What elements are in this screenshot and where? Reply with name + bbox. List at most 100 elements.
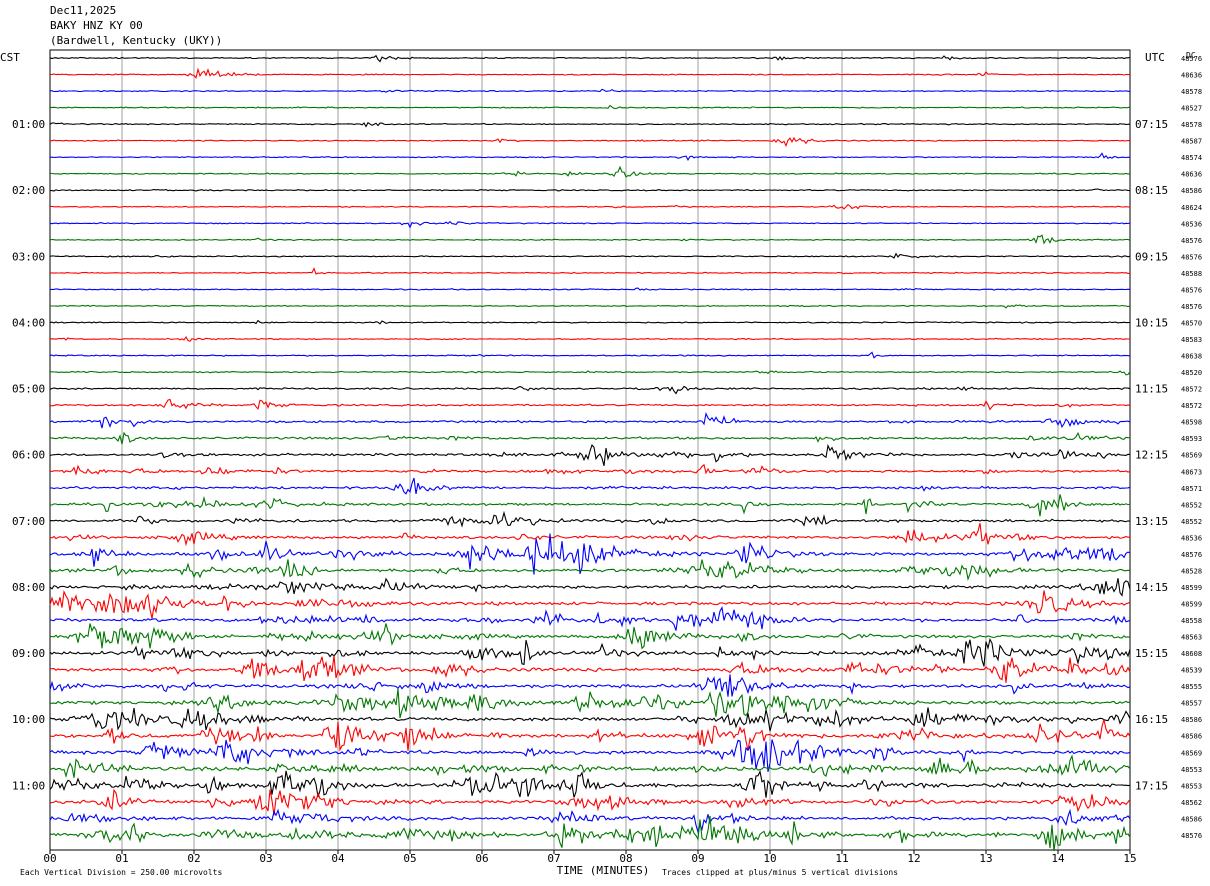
dc-offset-label: 48636 (1181, 171, 1202, 179)
x-tick-label: 06 (475, 852, 488, 865)
dc-offset-label: 48587 (1181, 138, 1202, 146)
utc-hour-label: 15:15 (1135, 647, 1168, 660)
dc-offset-label: 48599 (1181, 584, 1202, 592)
seismic-trace (50, 304, 1131, 309)
x-tick-label: 01 (115, 852, 128, 865)
seismic-trace (49, 637, 1131, 667)
seismic-trace (49, 559, 1131, 581)
dc-offset-label: 48598 (1181, 419, 1202, 427)
cst-hour-label: 08:00 (12, 581, 45, 594)
dc-offset-label: 48527 (1181, 105, 1202, 113)
seismic-trace (49, 54, 1131, 63)
seismic-trace (49, 152, 1131, 162)
cst-hour-label: 04:00 (12, 316, 45, 329)
seismic-trace (49, 808, 1131, 834)
seismic-trace (49, 203, 1131, 210)
dc-offset-label: 48569 (1181, 749, 1202, 757)
seismic-trace (49, 477, 1131, 495)
dc-offset-label: 48553 (1181, 782, 1202, 790)
seismic-trace (49, 589, 1131, 619)
x-tick-label: 10 (763, 852, 776, 865)
dc-offset-label: 48536 (1181, 220, 1202, 228)
seismic-trace (49, 605, 1131, 631)
dc-offset-label: 48636 (1181, 72, 1202, 80)
seismic-trace (49, 523, 1130, 547)
dc-offset-label: 48557 (1181, 700, 1202, 708)
x-tick-label: 15 (1123, 852, 1136, 865)
dc-offset-label: 48576 (1181, 551, 1202, 559)
dc-offset-label: 48583 (1181, 336, 1202, 344)
seismic-trace (50, 267, 1131, 275)
footer-clip-note: Traces clipped at plus/minus 5 vertical … (662, 868, 898, 877)
seismic-trace (49, 463, 1131, 476)
cst-hour-label: 07:00 (12, 515, 45, 528)
x-tick-label: 03 (259, 852, 272, 865)
cst-hour-label: 01:00 (12, 118, 45, 131)
seismic-trace (49, 385, 1131, 395)
seismic-trace (49, 577, 1131, 597)
seismic-trace (49, 739, 1131, 772)
seismic-trace (49, 88, 1131, 93)
dc-offset-label: 48576 (1181, 253, 1202, 261)
utc-hour-label: 10:15 (1135, 316, 1168, 329)
trace-group (49, 54, 1131, 851)
dc-offset-label: 48520 (1181, 369, 1202, 377)
seismic-trace (49, 411, 1131, 429)
seismic-trace (49, 510, 1131, 528)
cst-hour-label: 02:00 (12, 184, 45, 197)
seismic-trace (49, 688, 1131, 719)
seismic-trace (49, 533, 1131, 575)
dc-axis-label: DC (1186, 51, 1196, 60)
seismic-trace (49, 287, 1131, 291)
x-tick-label: 14 (1051, 852, 1065, 865)
cst-hour-label: 03:00 (12, 250, 45, 263)
utc-axis-label: UTC (1145, 51, 1165, 64)
dc-offset-label: 48578 (1181, 88, 1202, 96)
seismic-trace (49, 788, 1131, 816)
x-tick-label: 13 (979, 852, 992, 865)
dc-offset-label: 48571 (1181, 485, 1202, 493)
dc-offset-label: 48638 (1181, 353, 1202, 361)
x-tick-label: 05 (403, 852, 416, 865)
x-tick-label: 02 (187, 852, 200, 865)
dc-offset-label: 48586 (1181, 716, 1202, 724)
helicorder-chart: 48576 48636 48578 48527 48578 48587 48574 48636… (0, 49, 1202, 877)
seismic-trace (49, 165, 1131, 178)
cst-hour-label: 11:00 (12, 779, 45, 792)
seismic-trace (49, 707, 1131, 732)
cst-axis-label: CST (0, 51, 20, 64)
dc-offset-label: 48608 (1181, 650, 1202, 658)
seismic-trace (49, 136, 1131, 148)
seismic-trace (49, 769, 1131, 798)
seismic-trace (49, 188, 1131, 192)
seismic-trace (49, 252, 1131, 259)
dc-offset-label: 48552 (1181, 518, 1202, 526)
seismic-trace (49, 234, 1131, 245)
x-axis-title: TIME (MINUTES) (557, 864, 650, 877)
dc-offset-label: 48599 (1181, 600, 1202, 608)
dc-offset-label: 48578 (1181, 121, 1202, 129)
utc-hour-label: 14:15 (1135, 581, 1168, 594)
cst-hour-label: 06:00 (12, 449, 45, 462)
footer-scale-note: Each Vertical Division = 250.00 microvol… (20, 868, 222, 877)
dc-offset-label: 48539 (1181, 667, 1202, 675)
dc-offset-label: 48574 (1181, 154, 1202, 162)
x-tick-label: 09 (691, 852, 704, 865)
dc-offset-label: 48572 (1181, 386, 1202, 394)
dc-offset-label: 48624 (1181, 204, 1202, 212)
dc-offset-label: 48536 (1181, 534, 1202, 542)
dc-offset-label: 48562 (1181, 799, 1202, 807)
x-tick-label: 12 (907, 852, 920, 865)
cst-hour-label: 10:00 (12, 713, 45, 726)
seismic-trace (49, 351, 1131, 359)
dc-offset-label: 48552 (1181, 501, 1202, 509)
seismic-trace (49, 443, 1131, 466)
seismic-trace (50, 370, 1131, 376)
utc-hour-label: 16:15 (1135, 713, 1168, 726)
x-tick-label: 04 (331, 852, 345, 865)
dc-offset-label: 48572 (1181, 402, 1202, 410)
dc-offset-label: 48586 (1181, 187, 1202, 195)
seismic-trace (49, 335, 1131, 342)
dc-offset-label: 48570 (1181, 319, 1202, 327)
seismic-trace (49, 220, 1131, 229)
